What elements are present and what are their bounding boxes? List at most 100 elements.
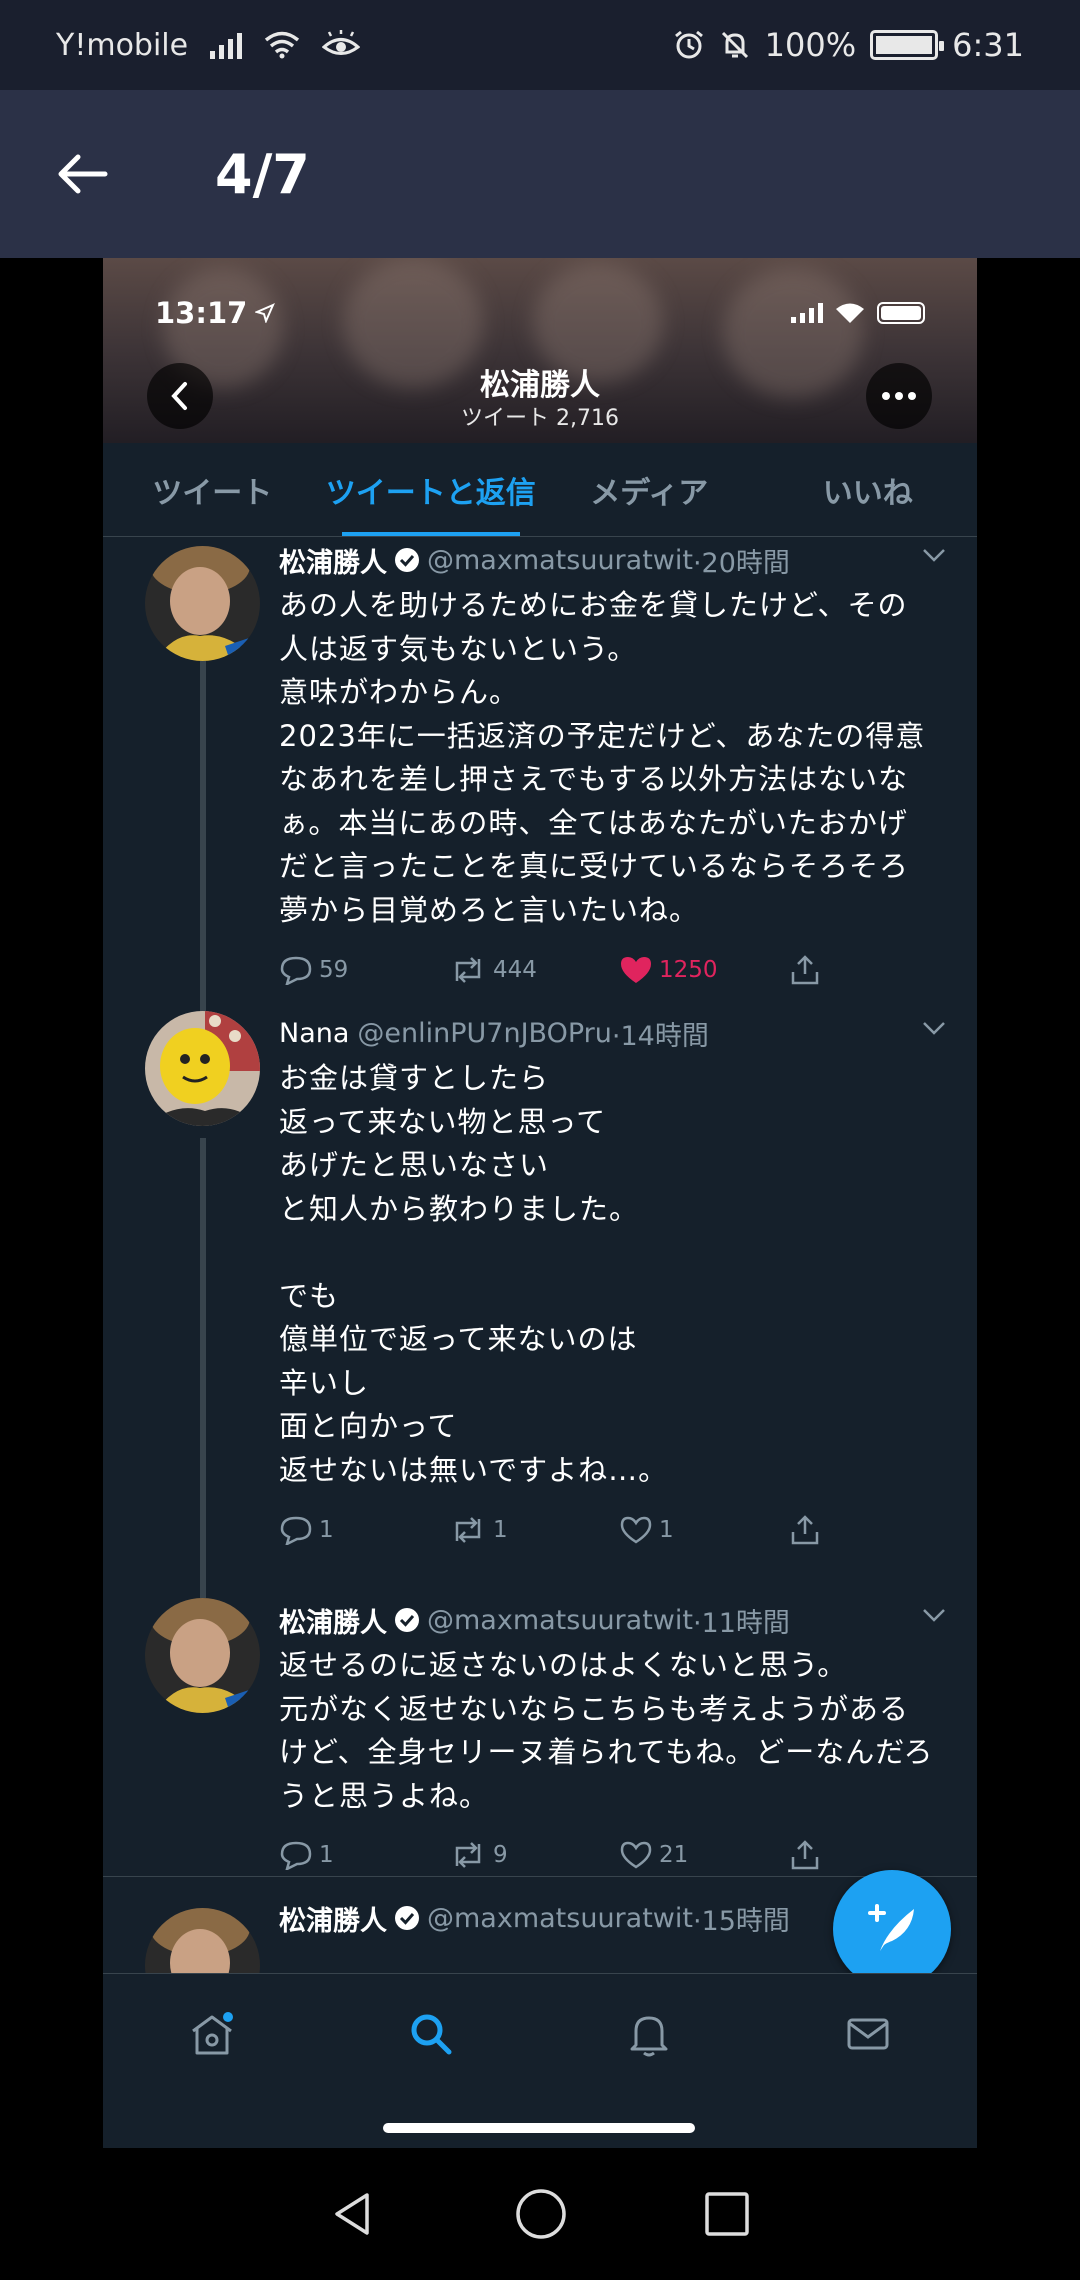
- nav-back-icon[interactable]: [329, 2189, 379, 2239]
- tweet-actions: 59 444 1250: [279, 950, 839, 990]
- verified-badge-icon: [395, 548, 419, 572]
- nav-search[interactable]: [322, 1974, 541, 2093]
- timeline: 松浦勝人 @maxmatsuuratwit ·20時間 あの人を助けるためにお金…: [103, 538, 977, 1973]
- ios-home-indicator: [383, 2123, 695, 2133]
- alarm-icon: [674, 30, 703, 59]
- tweet-time: ·11時間: [692, 1607, 790, 1639]
- tab-tweets[interactable]: ツイート: [103, 443, 322, 536]
- tab-tweets-and-replies[interactable]: ツイートと返信: [322, 443, 541, 536]
- avatar[interactable]: [145, 1908, 260, 1973]
- author-handle: @enlinPU7nJBOPru: [357, 1017, 612, 1049]
- avatar[interactable]: [145, 1011, 260, 1126]
- eye-icon: [322, 30, 361, 55]
- author-name[interactable]: 松浦勝人: [279, 1899, 387, 1938]
- location-arrow-icon: [255, 303, 276, 323]
- arrow-left-icon: [58, 154, 108, 194]
- tab-likes[interactable]: いいね: [759, 443, 978, 536]
- mail-icon: [847, 2018, 889, 2049]
- reply-count: 1: [319, 1842, 334, 1868]
- like-button[interactable]: 21: [619, 1840, 789, 1870]
- reply-icon: [280, 956, 312, 985]
- clock: 6:31: [952, 26, 1024, 64]
- profile-tabs: ツイート ツイートと返信 メディア いいね: [103, 443, 977, 537]
- chevron-down-icon[interactable]: [921, 1019, 947, 1037]
- ios-battery-icon: [877, 302, 925, 324]
- retweet-icon: [455, 1842, 481, 1868]
- wifi-icon: [265, 31, 300, 59]
- nav-recents-icon[interactable]: [703, 2190, 751, 2238]
- author-handle: @maxmatsuuratwit: [427, 1902, 693, 1934]
- retweet-count: 444: [493, 957, 537, 983]
- nav-home[interactable]: [103, 1974, 322, 2093]
- like-count: 1250: [659, 957, 718, 983]
- carrier-label: Y!mobile: [56, 27, 189, 63]
- author-name[interactable]: 松浦勝人: [279, 1601, 387, 1640]
- divider: [103, 1876, 977, 1877]
- more-options-button[interactable]: [866, 363, 932, 429]
- profile-tweet-count: ツイート 2,716: [461, 406, 619, 431]
- reply-count: 59: [319, 957, 349, 983]
- retweet-count: 9: [493, 1842, 508, 1868]
- reply-button[interactable]: 1: [279, 1515, 449, 1545]
- share-button[interactable]: [789, 954, 829, 986]
- heart-icon: [620, 1841, 652, 1869]
- reply-button[interactable]: 59: [279, 955, 449, 985]
- profile-name: 松浦勝人: [480, 368, 600, 403]
- tweet-time: ·15時間: [692, 1905, 790, 1937]
- tweet-actions: 1 9 21: [279, 1835, 839, 1875]
- more-icon: [882, 392, 916, 400]
- bottom-nav: [103, 1973, 977, 2093]
- tweet-time: ·14時間: [611, 1020, 709, 1052]
- like-count: 1: [659, 1517, 674, 1543]
- ios-time: 13:17: [155, 296, 248, 330]
- tweet-header: 松浦勝人 @maxmatsuuratwit ·11時間: [279, 1598, 947, 1642]
- tweet-screenshot: 13:17 松浦勝人 ツイート 2,716 ツイート ツイートと返信 メディア …: [103, 258, 977, 2148]
- retweet-button[interactable]: 9: [449, 1840, 619, 1870]
- battery-icon: [870, 30, 945, 60]
- battery-percent: 100%: [764, 26, 857, 64]
- nav-notifications[interactable]: [540, 1974, 759, 2093]
- share-button[interactable]: [789, 1839, 829, 1871]
- retweet-button[interactable]: 1: [449, 1515, 619, 1545]
- reply-count: 1: [319, 1517, 334, 1543]
- ios-signal-icon: [791, 303, 823, 323]
- ios-wifi-icon: [836, 303, 864, 323]
- chevron-down-icon[interactable]: [921, 546, 947, 564]
- heart-icon: [620, 1516, 652, 1544]
- search-icon: [411, 2014, 452, 2054]
- home-icon: [192, 2011, 234, 2054]
- tweet-header: 松浦勝人 @maxmatsuuratwit ·20時間: [279, 538, 947, 582]
- retweet-icon: [455, 1517, 481, 1543]
- reply-icon: [280, 1516, 312, 1545]
- back-button[interactable]: [0, 90, 170, 258]
- retweet-button[interactable]: 444: [449, 955, 619, 985]
- profile-nav: 松浦勝人 ツイート 2,716: [103, 358, 977, 438]
- author-name[interactable]: Nana: [279, 1018, 349, 1049]
- like-button[interactable]: 1250: [619, 955, 789, 985]
- android-status-bar: Y!mobile 100% 6:31: [0, 0, 1080, 90]
- ios-status-bar: 13:17: [103, 288, 977, 338]
- compose-feather-icon: [868, 1904, 914, 1951]
- nav-messages[interactable]: [759, 1974, 978, 2093]
- reply-button[interactable]: 1: [279, 1840, 449, 1870]
- like-button[interactable]: 1: [619, 1515, 789, 1545]
- avatar[interactable]: [145, 546, 260, 661]
- reply-icon: [280, 1841, 312, 1870]
- tweet-text: 返せるのに返さないのはよくないと思う。 元がなく返せないならこちらも考えようがあ…: [279, 1648, 934, 1813]
- nav-home-circle-icon[interactable]: [514, 2187, 568, 2241]
- retweet-count: 1: [493, 1517, 508, 1543]
- avatar[interactable]: [145, 1598, 260, 1713]
- share-icon: [791, 1840, 819, 1870]
- share-button[interactable]: [789, 1514, 829, 1546]
- tweet-actions: 1 1 1: [279, 1510, 839, 1550]
- like-count: 21: [659, 1842, 689, 1868]
- author-handle: @maxmatsuuratwit: [427, 544, 693, 576]
- tweet-text: あの人を助けるためにお金を貸したけど、その人は返す気もないという。 意味がわから…: [279, 588, 926, 927]
- tab-media[interactable]: メディア: [540, 443, 759, 536]
- author-name[interactable]: 松浦勝人: [279, 541, 387, 580]
- share-icon: [791, 955, 819, 985]
- signal-icon: [210, 31, 243, 59]
- compose-tweet-button[interactable]: [833, 1870, 951, 1988]
- chevron-down-icon[interactable]: [921, 1606, 947, 1624]
- page-indicator: 4/7: [215, 142, 310, 206]
